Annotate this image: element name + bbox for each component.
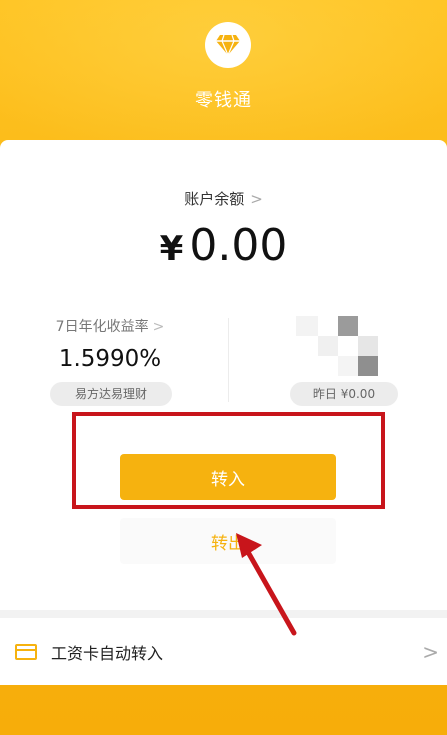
- annotation-arrow-icon: [236, 533, 297, 636]
